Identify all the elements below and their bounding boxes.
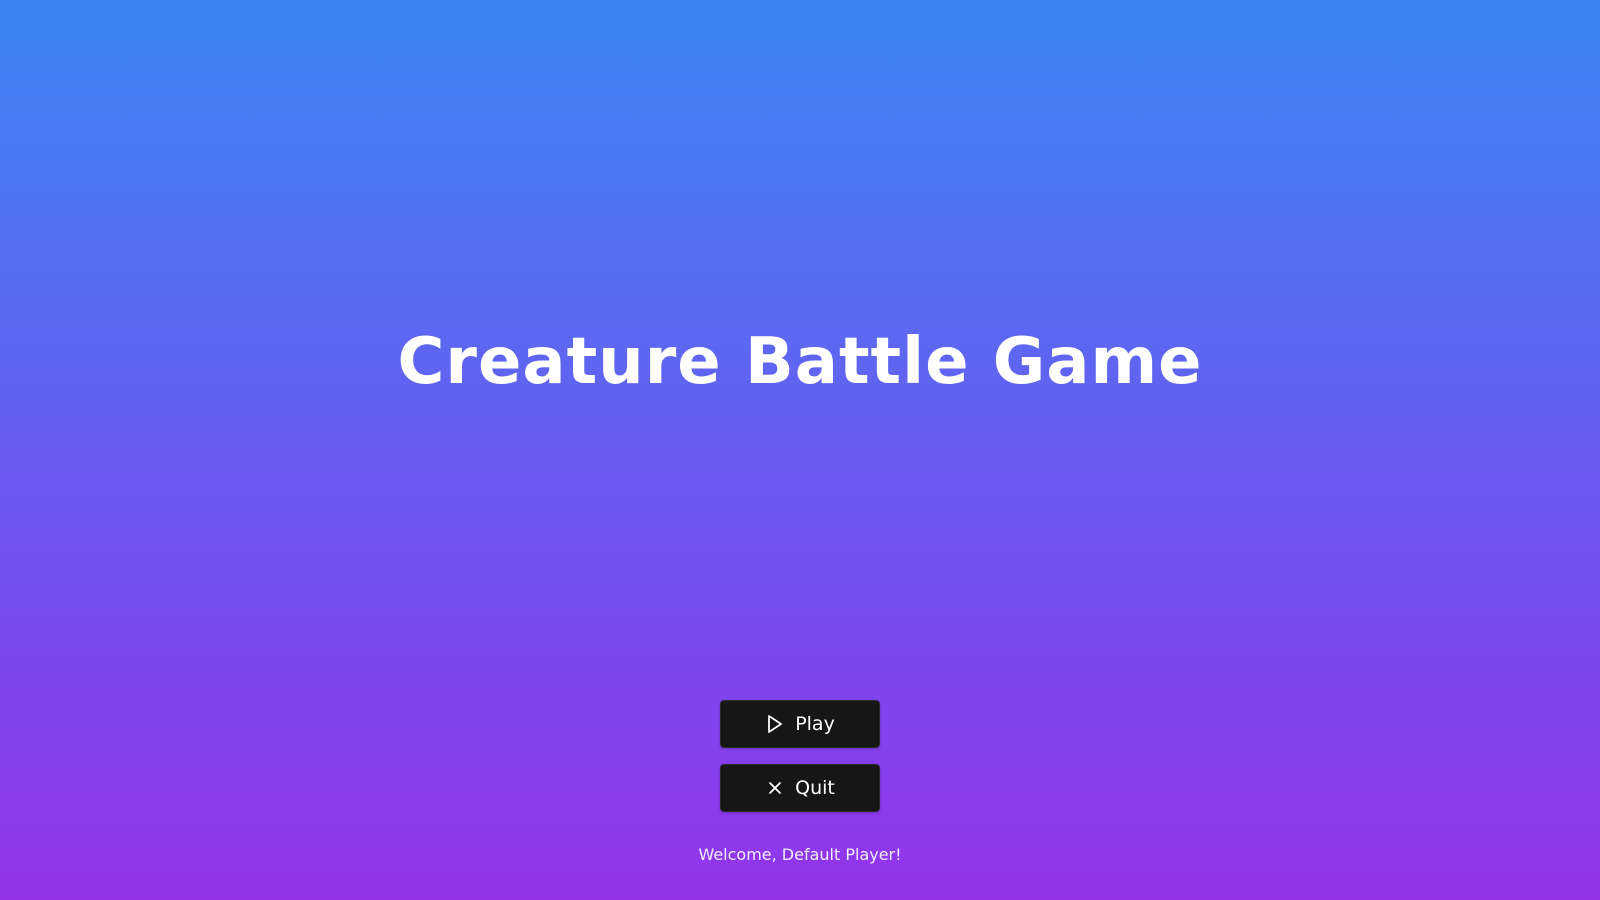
quit-button-label: Quit [795,777,835,799]
play-button-label: Play [795,713,835,735]
close-icon [765,778,785,798]
game-title: Creature Battle Game [397,325,1203,399]
quit-button[interactable]: Quit [720,764,880,812]
welcome-message: Welcome, Default Player! [698,845,902,864]
play-button[interactable]: Play [720,700,880,748]
play-icon [765,714,785,734]
